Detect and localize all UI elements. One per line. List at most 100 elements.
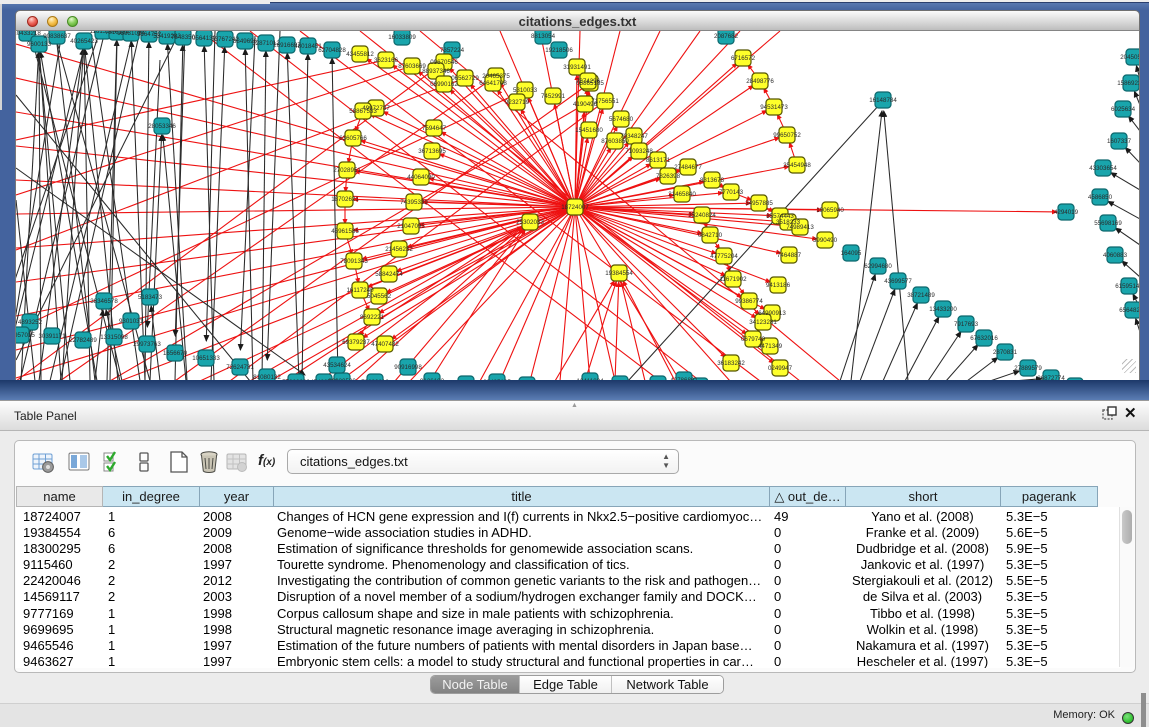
- svg-text:40265423: 40265423: [70, 38, 98, 45]
- svg-text:67632016: 67632016: [970, 335, 998, 342]
- svg-text:55698169: 55698169: [1094, 220, 1122, 227]
- svg-text:28053346: 28053346: [148, 123, 176, 130]
- svg-text:70348247: 70348247: [620, 133, 648, 140]
- svg-text:20450533: 20450533: [1120, 54, 1140, 61]
- svg-text:62704828: 62704828: [318, 47, 346, 54]
- svg-text:34123281: 34123281: [749, 319, 777, 326]
- svg-text:5674680: 5674680: [609, 116, 634, 123]
- svg-text:10433218: 10433218: [16, 31, 41, 37]
- svg-text:43455812: 43455812: [346, 51, 374, 58]
- svg-text:19065940: 19065940: [816, 207, 844, 214]
- svg-text:61595148: 61595148: [1115, 283, 1140, 290]
- svg-text:21465840: 21465840: [668, 191, 696, 198]
- svg-text:72624731: 72624731: [226, 364, 254, 371]
- svg-text:21047095: 21047095: [397, 223, 425, 230]
- svg-text:74395339: 74395339: [400, 199, 428, 206]
- svg-text:2870831: 2870831: [993, 349, 1018, 356]
- svg-text:6025634: 6025634: [1111, 106, 1136, 113]
- svg-text:1607337: 1607337: [1107, 138, 1132, 145]
- svg-text:4471349: 4471349: [758, 343, 783, 350]
- svg-text:99386774: 99386774: [735, 298, 763, 305]
- svg-text:27889579: 27889579: [1014, 365, 1042, 372]
- svg-text:63605766: 63605766: [339, 135, 367, 142]
- svg-text:15451680: 15451680: [575, 127, 603, 134]
- svg-text:25302033: 25302033: [516, 219, 544, 226]
- svg-text:21456232: 21456232: [385, 246, 413, 253]
- svg-text:06990162: 06990162: [430, 81, 458, 88]
- svg-text:8613171: 8613171: [646, 157, 671, 164]
- svg-text:16033809: 16033809: [388, 34, 416, 41]
- svg-text:5183473: 5183473: [138, 294, 163, 301]
- svg-text:19218506: 19218506: [545, 47, 573, 54]
- svg-text:44064090: 44064090: [407, 174, 435, 181]
- svg-text:8813054: 8813054: [531, 33, 556, 40]
- svg-text:15869232: 15869232: [1117, 80, 1140, 87]
- svg-text:90838637: 90838637: [43, 33, 71, 40]
- svg-text:13315098: 13315098: [100, 334, 128, 341]
- svg-text:4294019: 4294019: [1054, 209, 1079, 216]
- svg-text:20465375: 20465375: [482, 73, 510, 80]
- svg-text:7594647: 7594647: [422, 125, 447, 132]
- svg-text:88937346: 88937346: [422, 68, 450, 75]
- svg-text:90916998: 90916998: [394, 364, 422, 371]
- svg-text:30391171: 30391171: [38, 333, 66, 340]
- svg-text:47407482: 47407482: [371, 341, 399, 348]
- svg-text:0679740: 0679740: [741, 336, 766, 343]
- svg-text:43699577: 43699577: [884, 278, 912, 285]
- svg-text:36183242: 36183242: [717, 360, 745, 367]
- svg-text:18702621: 18702621: [331, 196, 359, 203]
- svg-text:3990490: 3990490: [813, 237, 838, 244]
- svg-text:7770143: 7770143: [719, 189, 744, 196]
- svg-text:22782489: 22782489: [69, 337, 97, 344]
- svg-text:10651333: 10651333: [192, 355, 220, 362]
- svg-text:4586850: 4586850: [1088, 194, 1113, 201]
- svg-text:5310033: 5310033: [513, 87, 538, 94]
- svg-text:7874296: 7874296: [576, 78, 601, 85]
- svg-text:6716572: 6716572: [731, 55, 756, 62]
- svg-text:4893252: 4893252: [18, 319, 43, 326]
- svg-text:9301031: 9301031: [119, 318, 144, 325]
- svg-text:31931491: 31931491: [563, 64, 591, 71]
- svg-text:43534624: 43534624: [323, 362, 351, 369]
- svg-text:94531473: 94531473: [760, 104, 788, 111]
- svg-text:45961586: 45961586: [331, 228, 359, 235]
- svg-text:7464887: 7464887: [777, 252, 802, 259]
- svg-text:2087682: 2087682: [714, 33, 739, 40]
- svg-text:0842710: 0842710: [698, 232, 723, 239]
- svg-text:36713695: 36713695: [418, 148, 446, 155]
- svg-text:27484677: 27484677: [674, 164, 702, 171]
- svg-text:58867533: 58867533: [349, 108, 377, 115]
- svg-text:34957885: 34957885: [745, 200, 773, 207]
- svg-text:29973763: 29973763: [133, 341, 161, 348]
- svg-text:13433200: 13433200: [929, 306, 957, 313]
- svg-text:9413186: 9413186: [766, 282, 791, 289]
- svg-text:0249947: 0249947: [768, 365, 793, 372]
- svg-text:7917693: 7917693: [954, 321, 979, 328]
- svg-text:164095: 164095: [841, 250, 862, 257]
- svg-text:4060883: 4060883: [1103, 252, 1128, 259]
- svg-text:7452991: 7452991: [541, 93, 566, 100]
- svg-text:47775204: 47775204: [710, 253, 738, 260]
- svg-text:7826398: 7826398: [656, 173, 681, 180]
- svg-text:9600133: 9600133: [27, 41, 52, 48]
- svg-text:99650752: 99650752: [773, 132, 801, 139]
- svg-text:16148784: 16148784: [869, 97, 897, 104]
- svg-text:78091343: 78091343: [340, 258, 368, 265]
- svg-text:11671902: 11671902: [719, 276, 747, 283]
- svg-text:9232719: 9232719: [505, 99, 530, 106]
- svg-text:62994680: 62994680: [864, 263, 892, 270]
- svg-text:35240824: 35240824: [688, 212, 716, 219]
- svg-text:19384554: 19384554: [605, 270, 633, 277]
- svg-text:1656670: 1656670: [163, 350, 188, 357]
- svg-text:38346578: 38346578: [90, 298, 118, 305]
- svg-text:38721489: 38721489: [907, 292, 935, 299]
- svg-text:80957015: 80957015: [16, 332, 35, 339]
- svg-text:5045562: 5045562: [367, 293, 392, 300]
- svg-text:74989413: 74989413: [786, 224, 814, 231]
- svg-text:71756551: 71756551: [591, 98, 619, 105]
- svg-text:3623166: 3623166: [374, 57, 399, 64]
- svg-text:43303654: 43303654: [1089, 165, 1117, 172]
- svg-text:8692221: 8692221: [360, 314, 385, 321]
- svg-text:64641708: 64641708: [479, 80, 507, 87]
- svg-text:71093248: 71093248: [625, 148, 653, 155]
